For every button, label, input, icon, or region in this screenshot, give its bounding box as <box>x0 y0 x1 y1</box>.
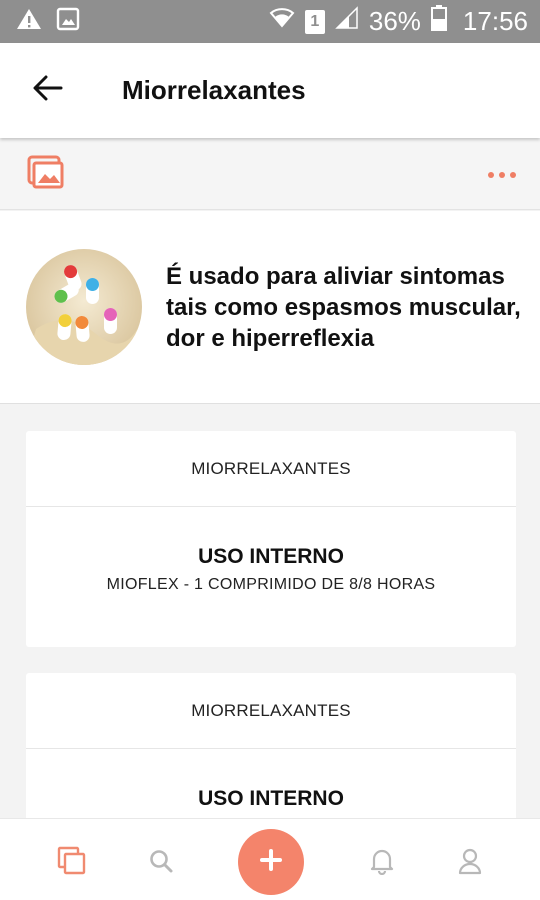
sim-icon: 1 <box>304 9 325 34</box>
pills-image <box>26 249 142 365</box>
warning-icon <box>16 7 42 36</box>
status-bar: 1 36% 17:56 <box>0 0 540 43</box>
card-category: MIORRELAXANTES <box>26 431 516 507</box>
signal-icon <box>335 6 359 37</box>
description-section: É usado para aliviar sintomas tais como … <box>0 211 540 404</box>
app-bar: Miorrelaxantes <box>0 43 540 138</box>
wifi-icon <box>269 6 295 37</box>
bottom-navigation <box>0 818 540 900</box>
bell-icon <box>369 847 395 880</box>
add-button[interactable] <box>238 829 304 895</box>
medication-card[interactable]: MIORRELAXANTES USO INTERNO <box>26 673 516 833</box>
page-title: Miorrelaxantes <box>122 75 306 105</box>
gallery-icon[interactable] <box>26 155 64 194</box>
battery-icon <box>430 5 447 38</box>
plus-icon <box>259 848 283 877</box>
card-category: MIORRELAXANTES <box>26 673 516 749</box>
nav-profile-button[interactable] <box>450 843 490 883</box>
toolbar-row <box>0 140 540 210</box>
nav-copy-button[interactable] <box>52 843 92 883</box>
clock: 17:56 <box>462 6 528 36</box>
dot-icon <box>499 171 505 178</box>
card-heading: USO INTERNO <box>198 545 344 568</box>
card-heading: USO INTERNO <box>198 787 344 810</box>
arrow-left-icon <box>33 75 63 106</box>
nav-search-button[interactable] <box>141 843 181 883</box>
medication-card[interactable]: MIORRELAXANTES USO INTERNO MIOFLEX - 1 C… <box>26 431 516 647</box>
description-text: É usado para aliviar sintomas tais como … <box>166 262 521 352</box>
search-icon <box>148 848 174 879</box>
copy-icon <box>57 846 87 881</box>
battery-percent: 36% <box>368 6 421 36</box>
gallery-notification-icon <box>56 7 80 36</box>
nav-notifications-button[interactable] <box>362 843 402 883</box>
card-instruction: MIOFLEX - 1 COMPRIMIDO DE 8/8 HORAS <box>106 576 436 593</box>
dot-icon <box>488 171 494 178</box>
user-icon <box>457 847 483 880</box>
dot-icon <box>510 171 516 178</box>
more-options-button[interactable] <box>488 171 516 178</box>
back-button[interactable] <box>18 61 78 121</box>
